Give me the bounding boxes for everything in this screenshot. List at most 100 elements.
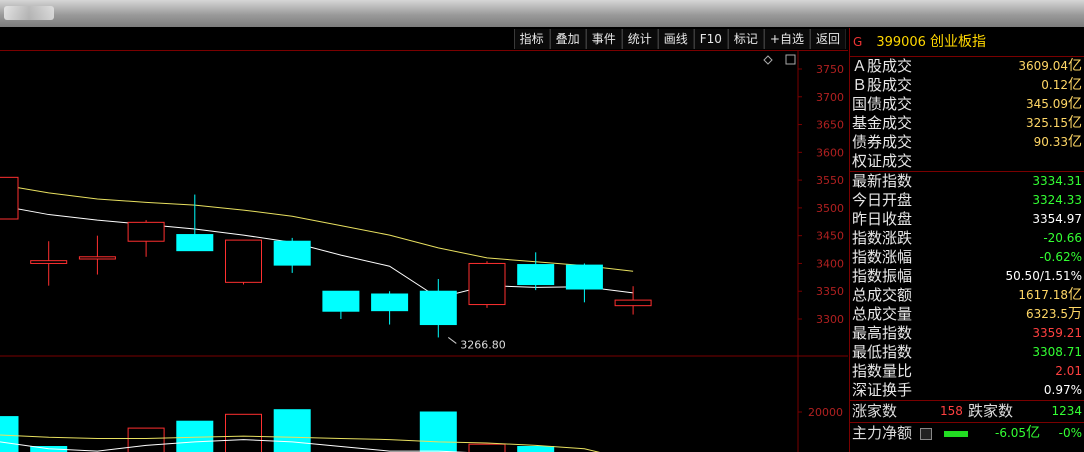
price-tick-label: 3350 [816,285,844,298]
up-count-value: 158 [940,404,963,418]
main-capital-value: -6.05亿 [995,425,1041,441]
main-capital-pct: -0% [1058,426,1082,440]
main-capital-label: 主力净额 [852,424,913,442]
stat-row: 昨日收盘 3354.97 [850,210,1084,229]
stat-value: 2.01 [1055,362,1082,381]
stat-label: Ｂ股成交 [852,76,913,94]
stat-label: 总成交量 [852,305,913,323]
stat-label: Ａ股成交 [852,57,913,75]
stat-value: 3354.97 [1032,210,1082,229]
toolbar-button-6[interactable]: 标记 [727,29,764,49]
stat-value: 0.97% [1044,381,1082,400]
volume-bar [127,427,165,452]
stat-value: 3334.31 [1032,172,1082,191]
stat-row: Ａ股成交 3609.04亿 [850,57,1084,76]
stat-row: 总成交量 6323.5万 [850,305,1084,324]
stat-number: 0.12 [1041,78,1068,92]
price-tick-label: 3450 [816,230,844,243]
stat-value: 325.15亿 [1026,114,1082,133]
volume-bar [419,411,457,452]
stat-row: 总成交额 1617.18亿 [850,286,1084,305]
capital-detail-icon[interactable] [920,428,932,440]
volume-bar [0,416,19,452]
stat-row: 国债成交 345.09亿 [850,95,1084,114]
stat-number: -20.66 [1043,231,1082,245]
window-title-bar [0,0,1084,27]
toolbar-button-3[interactable]: 统计 [621,29,658,49]
toolbar-button-0[interactable]: 指标 [513,29,550,49]
price-tick-label: 3300 [816,313,844,326]
stat-unit: 万 [1068,306,1082,322]
low-marker-label: 3266.80 [460,338,506,351]
restore-icon [785,54,796,65]
candle [614,299,652,307]
candle [371,293,409,312]
toolbar-button-7[interactable]: +自选 [763,29,810,49]
stat-unit: 亿 [1068,77,1082,93]
stat-unit: 亿 [1068,58,1082,74]
stat-number: 6323.5 [1026,307,1068,321]
down-count-label: 跌家数 [968,402,1014,420]
stat-row: 最高指数 3359.21 [850,324,1084,343]
panel-header: G 399006 创业板指 [850,28,1084,57]
stat-number: 345.09 [1026,97,1068,111]
stat-label: 指数涨跌 [852,229,913,247]
stat-label: 昨日收盘 [852,210,913,228]
stat-number: 3609.04 [1018,59,1068,73]
stat-value: 3359.21 [1032,324,1082,343]
price-tick-label: 3600 [816,146,844,159]
stat-number: 3354.97 [1032,212,1082,226]
candle [225,239,262,283]
index-code: 399006 [876,35,926,50]
stat-number: 90.33 [1033,135,1068,149]
toolbar-button-2[interactable]: 事件 [585,29,622,49]
stat-label: 总成交额 [852,286,913,304]
price-tick-label: 3500 [816,202,844,215]
candle [468,262,506,306]
stat-value: 3609.04亿 [1018,57,1082,76]
price-tick-label: 3650 [816,119,844,132]
candle [30,260,68,264]
index-name: 创业板指 [929,34,986,50]
toolbar-button-8[interactable]: 返回 [809,29,846,49]
stat-label: 今日开盘 [852,191,913,209]
price-tick-label: 3400 [816,257,844,270]
stat-number: 325.15 [1026,116,1068,130]
toolbar-button-5[interactable]: F10 [693,29,728,49]
stat-value: 345.09亿 [1026,95,1082,114]
up-count-label: 涨家数 [852,402,898,420]
volume-bar [225,413,262,452]
stat-label: 最高指数 [852,324,913,342]
stat-row: 指数量比 2.01 [850,362,1084,381]
stat-row: 权证成交 [850,152,1084,171]
stat-value: 50.50/1.51% [1005,267,1082,286]
stat-number: 1617.18 [1018,288,1068,302]
stat-label: 最低指数 [852,343,913,361]
stat-number: 50.50/1.51% [1005,269,1082,283]
chart-toolbar: 指标 叠加 事件 统计 画线 F10 标记 +自选 返回 [0,28,848,51]
price-tick-label: 3550 [816,174,844,187]
stat-label: 债券成交 [852,133,913,151]
stat-number: 3324.33 [1032,193,1082,207]
stat-unit: 亿 [1068,96,1082,112]
window-title-blurred [4,6,54,20]
stat-number: 3334.31 [1032,174,1082,188]
toolbar-button-1[interactable]: 叠加 [549,29,586,49]
candle [517,264,555,286]
stat-number: -0.62% [1039,250,1082,264]
main-capital-row: 主力净额 -6.05亿 -0% [850,422,1084,444]
stat-number: 2.01 [1055,364,1082,378]
stat-row: 债券成交 90.33亿 [850,133,1084,152]
price-tick-label: 3700 [816,91,844,104]
stat-value: 6323.5万 [1026,305,1082,324]
stat-label: 国债成交 [852,95,913,113]
volume-bar [468,443,506,452]
advance-decline-row: 涨家数 158 跌家数 1234 [850,400,1084,422]
stat-label: 基金成交 [852,114,913,132]
stat-unit: 亿 [1068,134,1082,150]
down-count-value: 1234 [1051,404,1082,418]
toolbar-button-4[interactable]: 画线 [657,29,694,49]
diamond-icon [763,55,773,65]
candle [322,290,360,312]
kline-chart[interactable]: 3750 3700 3650 3600 3550 3500 3450 3400 3350 3300… [0,51,848,452]
